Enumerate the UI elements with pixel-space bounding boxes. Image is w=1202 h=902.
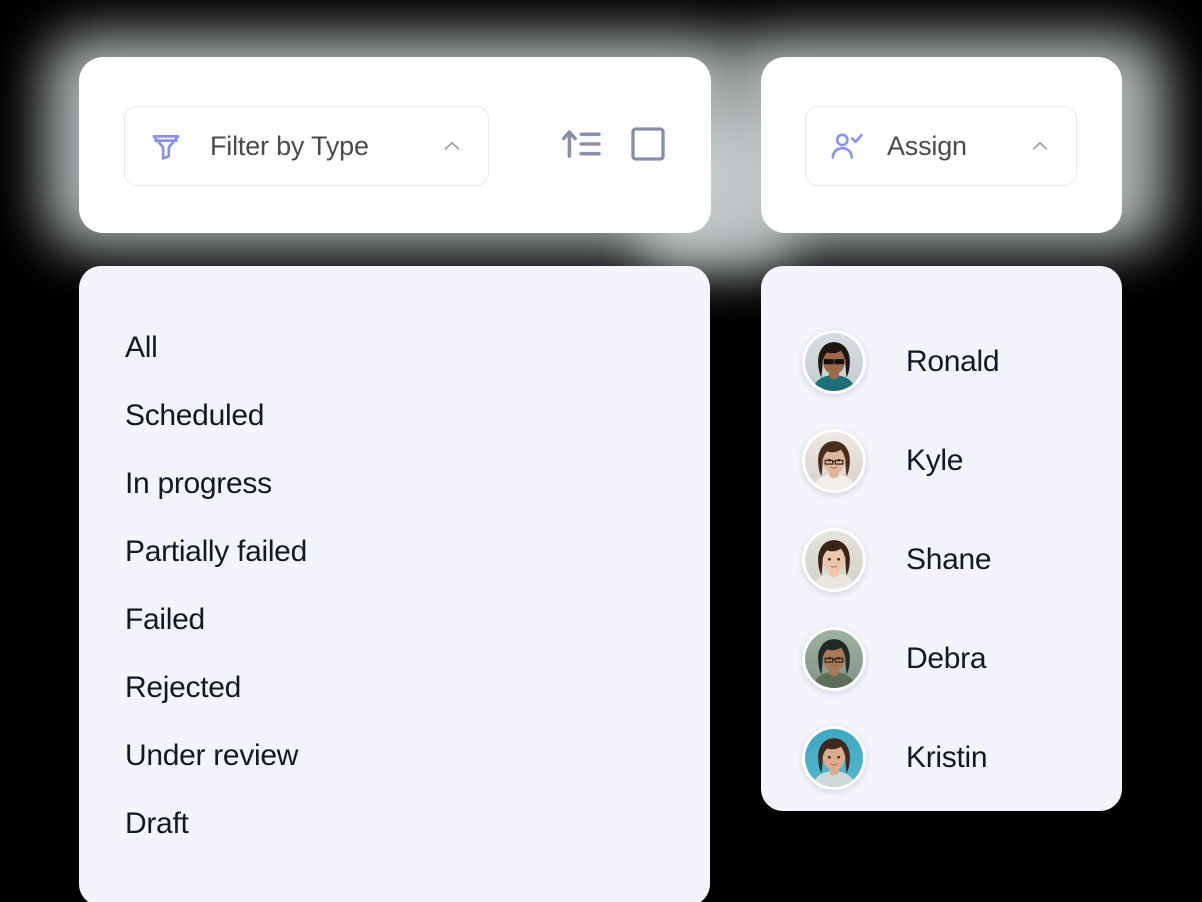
sort-ascending-button[interactable] bbox=[555, 119, 609, 173]
avatar bbox=[802, 428, 866, 493]
assign-toolbar-card: Assign bbox=[761, 57, 1122, 233]
avatar bbox=[802, 725, 866, 790]
type-option[interactable]: Scheduled bbox=[125, 382, 690, 450]
assignee-name: Kyle bbox=[906, 443, 964, 477]
assignee-row[interactable]: Kristin bbox=[802, 708, 1104, 807]
filter-by-type-dropdown-panel: All Scheduled In progress Partially failed F… bbox=[79, 266, 710, 902]
avatar bbox=[802, 626, 866, 691]
square-outline-icon bbox=[628, 124, 668, 169]
type-option-label: All bbox=[125, 331, 158, 364]
user-check-icon bbox=[825, 124, 869, 168]
type-option[interactable]: Rejected bbox=[125, 654, 690, 722]
funnel-filter-icon bbox=[144, 124, 188, 168]
photo-person-bun-glasses bbox=[805, 629, 863, 688]
type-option[interactable]: In progress bbox=[125, 450, 690, 518]
avatar bbox=[802, 329, 866, 394]
photo-person-wavy-hair bbox=[805, 728, 863, 787]
filter-by-type-label: Filter by Type bbox=[210, 130, 369, 161]
type-option-label: In progress bbox=[125, 467, 272, 500]
filter-toolbar-card: Filter by Type bbox=[79, 57, 711, 233]
assignee-name: Debra bbox=[906, 641, 987, 675]
type-option-label: Under review bbox=[125, 739, 299, 772]
type-option[interactable]: Under review bbox=[125, 722, 690, 790]
assign-dropdown-panel: Ronald Kyle Shane Debra Kristin bbox=[761, 266, 1122, 811]
type-option-label: Draft bbox=[125, 807, 189, 840]
chevron-up-icon bbox=[1029, 135, 1051, 157]
assignee-name: Shane bbox=[906, 542, 992, 576]
app-root: Filter by Type Assign All Scheduled In p… bbox=[0, 0, 1202, 902]
chevron-up-icon bbox=[441, 135, 463, 157]
type-option[interactable]: All bbox=[125, 314, 690, 382]
assignee-row[interactable]: Kyle bbox=[802, 411, 1104, 510]
sort-ascending-icon bbox=[561, 124, 603, 169]
type-option[interactable]: Draft bbox=[125, 790, 690, 858]
assignee-row[interactable]: Shane bbox=[802, 510, 1104, 609]
photo-person-long-hair-glasses bbox=[805, 431, 863, 490]
type-option-label: Partially failed bbox=[125, 535, 307, 568]
type-option[interactable]: Failed bbox=[125, 586, 690, 654]
assignee-name: Ronald bbox=[906, 344, 1000, 378]
assign-label: Assign bbox=[887, 130, 967, 161]
select-all-checkbox-button[interactable] bbox=[621, 119, 675, 173]
type-option-label: Failed bbox=[125, 603, 205, 636]
assignee-list: Ronald Kyle Shane Debra Kristin bbox=[802, 312, 1104, 807]
photo-person-bob-haircut bbox=[805, 530, 863, 589]
type-option-label: Scheduled bbox=[125, 399, 265, 432]
assignee-row[interactable]: Debra bbox=[802, 609, 1104, 708]
assignee-row[interactable]: Ronald bbox=[802, 312, 1104, 411]
type-option-label: Rejected bbox=[125, 671, 242, 704]
assign-select[interactable]: Assign bbox=[805, 106, 1077, 186]
filter-by-type-select[interactable]: Filter by Type bbox=[124, 106, 489, 186]
photo-person-curly-hair-sunglasses bbox=[805, 332, 863, 391]
assignee-name: Kristin bbox=[906, 740, 988, 774]
type-option[interactable]: Partially failed bbox=[125, 518, 690, 586]
avatar bbox=[802, 527, 866, 592]
type-option-list: All Scheduled In progress Partially failed F… bbox=[125, 314, 690, 858]
